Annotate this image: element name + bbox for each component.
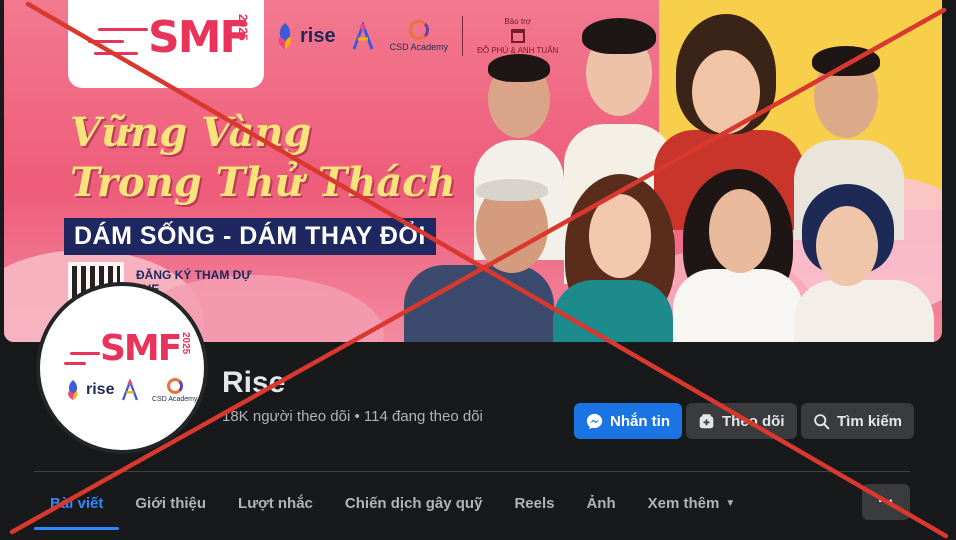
avatar-logo-year: 2025 (180, 332, 191, 355)
tab-label: Bài viết (50, 494, 104, 512)
profile-avatar[interactable]: SMF 2025 rise CSD Academy (36, 282, 208, 454)
tab-label: Giới thiệu (135, 494, 207, 512)
search-button[interactable]: Tìm kiếm (801, 403, 915, 439)
tab-label: Xem thêm (647, 494, 720, 512)
tabs-divider (34, 471, 910, 472)
cover-headline: Vững Vàng Trong Thử Thách (70, 108, 456, 208)
tab-label: Reels (514, 494, 555, 512)
register-line-1: ĐĂNG KÝ THAM DỰ (136, 268, 252, 282)
tab-mentions[interactable]: Lượt nhắc (222, 478, 329, 528)
smf-logo: SMF 2025 (68, 0, 264, 88)
csd-academy-text: CSD Academy (389, 42, 449, 52)
follow-button-label: Theo dõi (722, 412, 785, 430)
headline-line-2: Trong Thử Thách (70, 159, 456, 206)
pillar-icon (510, 29, 525, 43)
more-options-button[interactable]: ··· (862, 484, 910, 520)
csd-ring-icon (408, 20, 429, 40)
message-button-label: Nhắn tin (610, 412, 670, 430)
rise-leaf-icon (278, 23, 291, 49)
speed-lines-icon (98, 28, 148, 31)
runner-logo-icon (352, 21, 373, 50)
profile-tabs: Bài viết Giới thiệu Lượt nhắc Chiến dịch… (34, 478, 752, 530)
patron-logo: Bảo trợ ĐỖ PHÚ & ANH TUẤN (477, 17, 558, 55)
cover-banner: DÁM SỐNG - DÁM THAY ĐỔI (64, 218, 436, 255)
follower-stats[interactable]: 18K người theo dõi • 114 đang theo dõi (222, 408, 483, 425)
runner-logo-icon (121, 378, 139, 401)
smf-logo-text: SMF (148, 12, 250, 63)
follow-button[interactable]: Theo dõi (686, 403, 797, 439)
csd-ring-icon (166, 378, 183, 394)
tab-photos[interactable]: Ảnh (570, 478, 631, 528)
speed-lines-icon (94, 52, 138, 55)
messenger-icon (586, 413, 603, 429)
tab-posts[interactable]: Bài viết (34, 478, 120, 530)
csd-academy-logo: CSD Academy (389, 20, 449, 52)
rise-leaf-icon (68, 380, 78, 400)
patron-label: Bảo trợ (504, 17, 532, 26)
chevron-down-icon: ▼ (725, 497, 736, 509)
search-icon (814, 413, 830, 429)
tab-label: Lượt nhắc (238, 494, 313, 512)
smf-logo-year: 2025 (236, 14, 250, 41)
speed-lines-icon (70, 352, 100, 355)
tab-reels[interactable]: Reels (498, 478, 570, 528)
avatar-csd-text: CSD Academy (152, 396, 198, 403)
sponsor-row: rise CSD Academy Bảo trợ ĐỖ PHÚ & ANH TU… (276, 16, 558, 56)
headline-line-1: Vững Vàng (70, 109, 312, 156)
rise-logo: rise (276, 23, 336, 49)
divider (462, 16, 464, 56)
avatar-rise-text: rise (86, 381, 115, 398)
avatar-rise-logo: rise (66, 380, 114, 400)
avatar-csd-logo: CSD Academy (152, 378, 198, 403)
search-button-label: Tìm kiếm (837, 412, 903, 430)
avatar-logo-text: SMF (100, 328, 182, 369)
follow-plus-icon (699, 413, 714, 428)
tab-more[interactable]: Xem thêm ▼ (632, 478, 752, 528)
message-button[interactable]: Nhắn tin (574, 403, 682, 439)
speed-lines-icon (88, 40, 124, 43)
tab-label: Chiến dịch gây quỹ (344, 494, 483, 512)
page-title: Rise (222, 366, 286, 399)
tab-fundraisers[interactable]: Chiến dịch gây quỹ (329, 478, 499, 528)
tab-about[interactable]: Giới thiệu (119, 478, 222, 528)
speed-lines-icon (64, 362, 86, 365)
rise-logo-text: rise (300, 24, 336, 47)
tab-label: Ảnh (586, 494, 616, 512)
